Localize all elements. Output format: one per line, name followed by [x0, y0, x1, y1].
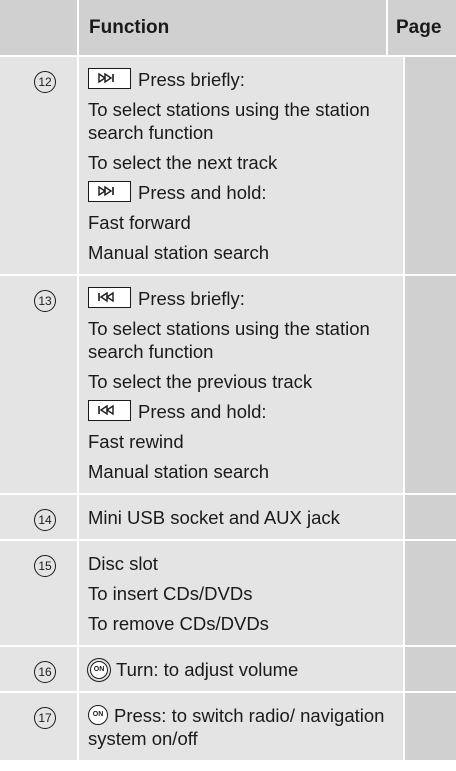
header-number-cell: [0, 0, 77, 55]
knob-label: ON: [92, 711, 104, 718]
row-function-cell: Press briefly: To select stations using …: [77, 57, 405, 274]
row-function-cell: ON Press: to switch radio/ navigation sys…: [77, 693, 405, 760]
list-item: To select stations using the station sea…: [88, 99, 370, 143]
instruction-text: Press and hold:: [138, 182, 267, 203]
list-item: Mini USB socket and AUX jack: [88, 507, 340, 528]
list-item: To select stations using the station sea…: [88, 318, 370, 362]
row-function-cell: Mini USB socket and AUX jack: [77, 495, 405, 539]
previous-track-key-icon: [88, 287, 131, 308]
header-page-label: Page: [396, 17, 442, 38]
table-row: 16 ON Turn: to adjust volume: [0, 647, 456, 693]
row-number-circle: 15: [34, 555, 56, 577]
row-number-cell: 13: [0, 276, 77, 493]
next-track-key-icon: [88, 181, 131, 202]
table-row: 14 Mini USB socket and AUX jack: [0, 495, 456, 541]
list-item: Press and hold:: [88, 181, 395, 204]
row-page-cell: [405, 541, 456, 645]
table-row: 15 Disc slot To insert CDs/DVDs To remov…: [0, 541, 456, 647]
header-page-cell: Page: [388, 0, 456, 55]
row-number-cell: 15: [0, 541, 77, 645]
instruction-text: Turn: to adjust volume: [116, 659, 299, 680]
row-number-circle: 16: [34, 661, 56, 683]
row-number-circle: 17: [34, 707, 56, 729]
row-number-circle: 12: [34, 71, 56, 93]
row-function-cell: Disc slot To insert CDs/DVDs To remove C…: [77, 541, 405, 645]
row-page-cell: [405, 693, 456, 760]
list-item: Press and hold:: [88, 400, 395, 423]
previous-track-key-icon: [88, 400, 131, 421]
list-item: Press briefly:: [88, 287, 395, 310]
list-item: Fast forward: [88, 212, 191, 233]
row-number-cell: 14: [0, 495, 77, 539]
row-page-cell: [405, 647, 456, 691]
function-table: Function Page 12 Press briefly: To selec…: [0, 0, 456, 762]
row-page-cell: [405, 57, 456, 274]
row-number-cell: 12: [0, 57, 77, 274]
row-page-cell: [405, 276, 456, 493]
list-item: Fast rewind: [88, 431, 184, 452]
instruction-text: Press: to switch radio/ navigation syste…: [88, 705, 385, 749]
list-item: Manual station search: [88, 242, 269, 263]
instruction-text: Press briefly:: [138, 288, 245, 309]
row-function-cell: Press briefly: To select stations using …: [77, 276, 405, 493]
list-item: To insert CDs/DVDs: [88, 583, 253, 604]
instruction-text: Press and hold:: [138, 401, 267, 422]
list-item: To select the previous track: [88, 371, 313, 392]
table-row: 17 ON Press: to switch radio/ navigation …: [0, 693, 456, 762]
row-number-circle: 14: [34, 509, 56, 531]
list-item: ON Press: to switch radio/ navigation sys…: [88, 704, 395, 750]
row-number-circle: 13: [34, 290, 56, 312]
row-number-cell: 17: [0, 693, 77, 760]
row-function-cell: ON Turn: to adjust volume: [77, 647, 405, 691]
next-track-key-icon: [88, 68, 131, 89]
row-page-cell: [405, 495, 456, 539]
list-item: ON Turn: to adjust volume: [88, 658, 395, 681]
instruction-text: Press briefly:: [138, 69, 245, 90]
on-button-icon: ON: [88, 705, 108, 725]
table-header: Function Page: [0, 0, 456, 57]
table-row: 13 Press briefly: To select stations usi…: [0, 276, 456, 495]
volume-knob-icon: ON: [90, 661, 108, 679]
list-item: Press briefly:: [88, 68, 395, 91]
list-item: To select the next track: [88, 152, 278, 173]
header-function-cell: Function: [77, 0, 388, 55]
header-function-label: Function: [89, 17, 170, 38]
list-item: To remove CDs/DVDs: [88, 613, 269, 634]
table-row: 12 Press briefly: To select stations usi…: [0, 57, 456, 276]
list-item: Manual station search: [88, 461, 269, 482]
knob-label: ON: [93, 666, 105, 673]
row-number-cell: 16: [0, 647, 77, 691]
list-item: Disc slot: [88, 553, 158, 574]
